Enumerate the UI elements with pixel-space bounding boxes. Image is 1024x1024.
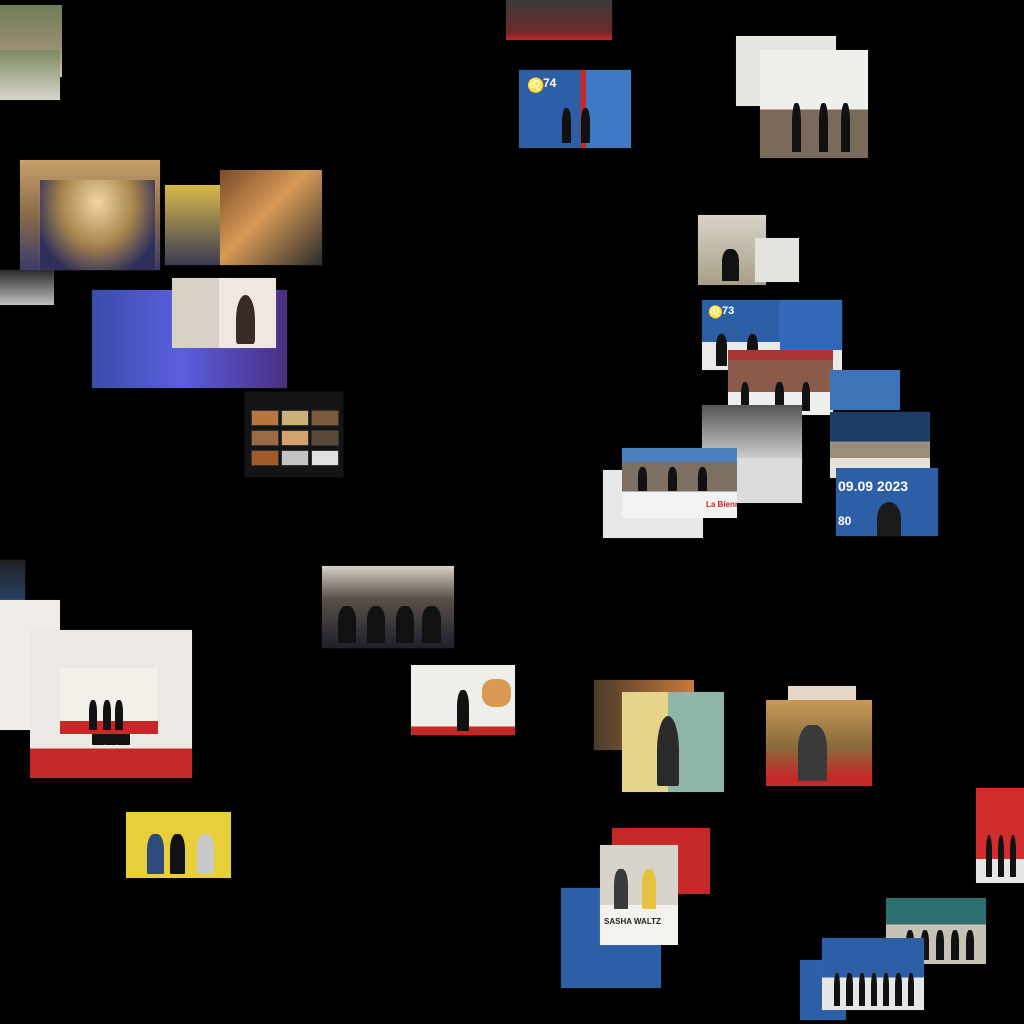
person-figure: [170, 834, 185, 875]
sculpture: [481, 679, 511, 707]
person-figure: [846, 973, 853, 1006]
photo-overlay-text: 09.09 2023: [838, 478, 909, 494]
person-figure: [1009, 834, 1017, 878]
person-figure: [422, 606, 441, 644]
photo-tile[interactable]: ♌ 74: [519, 70, 631, 148]
photo-tile[interactable]: [976, 788, 1024, 883]
person-figure: [89, 700, 98, 731]
person-figure: [936, 930, 944, 961]
monitor-screen: [281, 450, 309, 466]
monitor-screen: [281, 410, 309, 426]
person-figure: [580, 108, 590, 144]
photo-tile[interactable]: [172, 278, 276, 348]
person-figure: [114, 700, 123, 731]
person-figure: [951, 930, 959, 961]
photo-tile[interactable]: [780, 300, 842, 350]
photo-tile[interactable]: [760, 50, 868, 158]
photo-tile[interactable]: [220, 170, 322, 265]
photo-tile[interactable]: [822, 938, 924, 1010]
photo-tile[interactable]: 09.09 2023 80: [836, 468, 938, 536]
photo-tile[interactable]: [737, 458, 802, 503]
photo-mosaic-canvas: ♌ 74 ♌ 73 La Bien 09.09 2023 80 SASHA WA…: [0, 0, 1024, 1024]
person-figure: [841, 102, 850, 152]
person-figure: [236, 294, 256, 344]
photo-overlay-text: 80: [838, 514, 852, 528]
person-figure: [870, 973, 878, 1006]
monitor-screen: [311, 410, 339, 426]
photo-tile[interactable]: [766, 700, 872, 786]
person-figure: [797, 724, 828, 781]
person-figure: [147, 834, 164, 875]
person-figure: [197, 834, 215, 875]
photo-tile[interactable]: [126, 812, 231, 878]
person-figure: [883, 973, 890, 1006]
person-figure: [876, 502, 902, 536]
monitor-screen: [281, 430, 309, 446]
person-figure: [985, 834, 993, 878]
festival-logo: ♌: [708, 305, 723, 319]
person-figure: [337, 606, 357, 644]
person-figure: [858, 973, 865, 1006]
person-figure: [614, 869, 629, 909]
person-figure: [895, 973, 902, 1006]
photo-overlay-text: 73: [722, 305, 735, 317]
person-figure: [395, 606, 415, 644]
person-figure: [561, 108, 571, 144]
poster-text: SASHA WALTZ: [604, 917, 661, 926]
photo-tile[interactable]: [411, 665, 515, 735]
photo-tile[interactable]: [322, 566, 454, 648]
person-figure: [792, 102, 802, 152]
person-figure: [656, 716, 680, 786]
person-figure: [697, 466, 708, 492]
monitor-screen: [311, 450, 339, 466]
person-figure: [668, 466, 678, 492]
monitor-screen: [251, 410, 279, 426]
monitor-screen: [251, 450, 279, 466]
photo-tile[interactable]: [506, 0, 612, 40]
photo-tile[interactable]: [0, 50, 60, 100]
person-figure: [716, 334, 728, 366]
monitor-screen: [251, 430, 279, 446]
person-figure: [834, 973, 841, 1006]
photo-tile[interactable]: [622, 692, 724, 792]
person-figure: [456, 690, 470, 731]
photo-tile[interactable]: [0, 270, 54, 305]
monitor-screen: [311, 430, 339, 446]
photo-overlay-text: 74: [543, 76, 557, 90]
person-figure: [801, 381, 810, 412]
festival-logo: ♌: [527, 77, 545, 93]
person-figure: [103, 700, 111, 731]
person-figure: [907, 973, 914, 1006]
photo-tile[interactable]: La Biennale di: [622, 448, 737, 518]
photo-tile[interactable]: [830, 370, 900, 410]
banner-text: La Biennale di: [706, 500, 737, 509]
photo-tile[interactable]: [245, 392, 343, 477]
photo-tile[interactable]: [755, 238, 799, 282]
photo-tile[interactable]: SASHA WALTZ: [600, 845, 678, 945]
person-figure: [997, 834, 1005, 878]
person-figure: [642, 869, 657, 909]
photo-tile[interactable]: [40, 180, 155, 270]
photo-tile[interactable]: [60, 668, 158, 734]
person-figure: [366, 606, 386, 644]
person-figure: [721, 249, 739, 281]
person-figure: [819, 102, 829, 152]
person-figure: [638, 466, 648, 492]
person-figure: [966, 930, 974, 961]
